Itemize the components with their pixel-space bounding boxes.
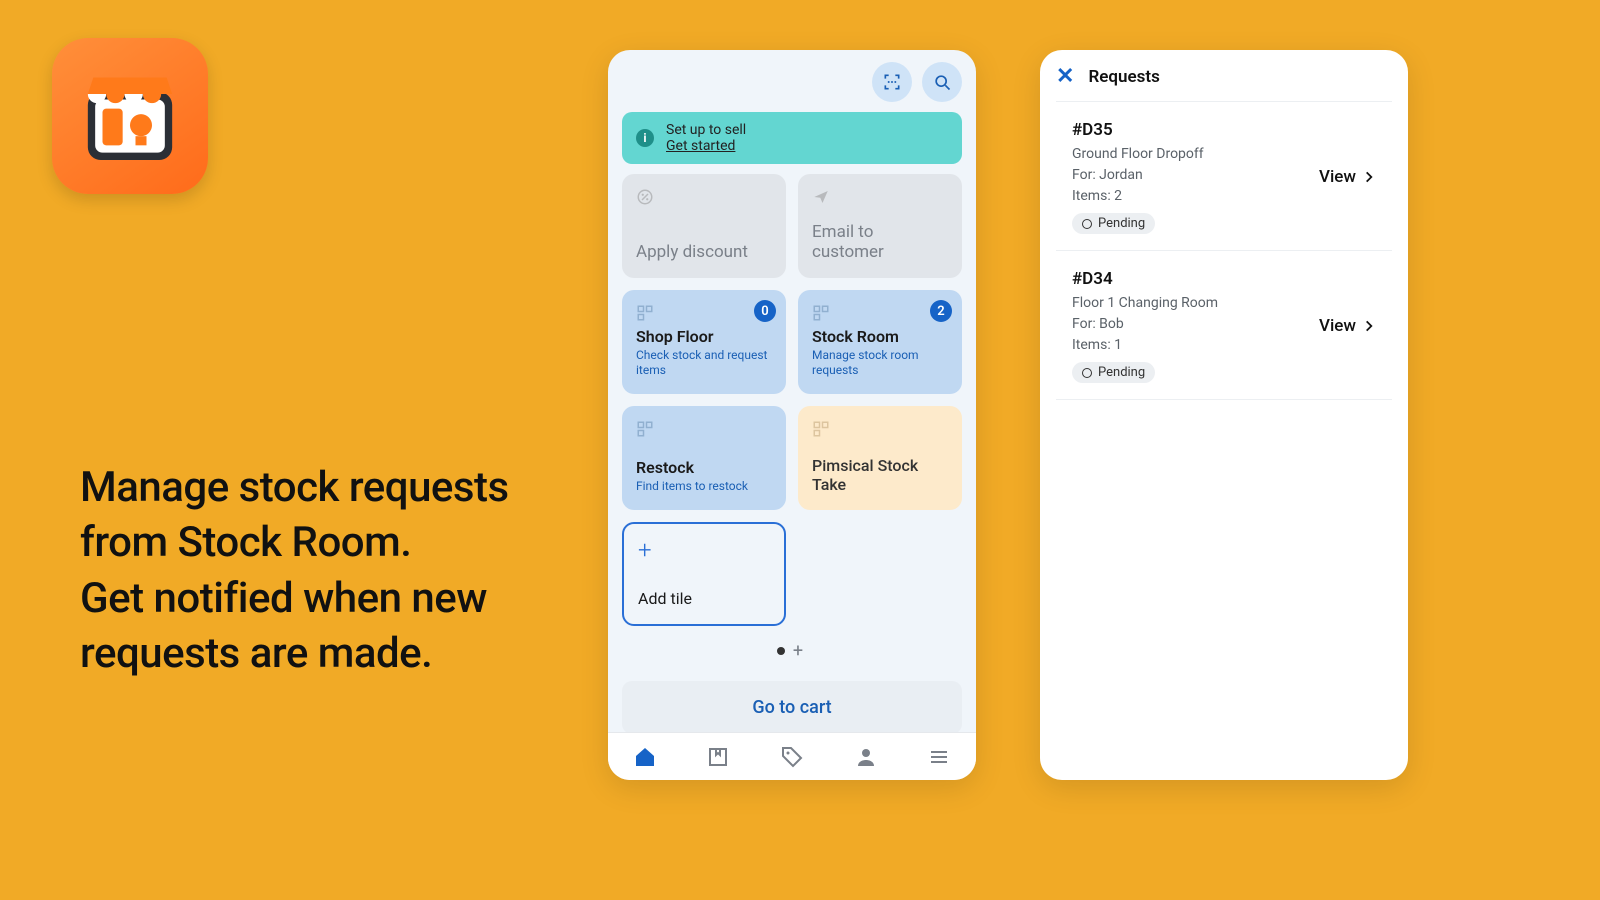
- tile-stock-room[interactable]: 2 Stock Room Manage stock room requests: [798, 290, 962, 394]
- status-text: Pending: [1098, 216, 1145, 231]
- page-dot-active: [777, 647, 785, 655]
- status-badge: Pending: [1072, 213, 1155, 234]
- go-to-cart-button[interactable]: Go to cart: [622, 681, 962, 734]
- request-card: #D34 Floor 1 Changing Room For: Bob Item…: [1056, 251, 1392, 400]
- tile-title: Shop Floor: [636, 327, 772, 346]
- badge: 2: [930, 300, 952, 322]
- view-label: View: [1319, 167, 1356, 187]
- grid-icon: [636, 420, 654, 438]
- banner-link[interactable]: Get started: [666, 138, 948, 154]
- view-button[interactable]: View: [1319, 316, 1376, 336]
- request-location: Ground Floor Dropoff: [1072, 144, 1309, 165]
- view-label: View: [1319, 316, 1356, 336]
- tile-subtitle: Find items to restock: [636, 479, 772, 494]
- chevron-right-icon: [1362, 170, 1376, 184]
- promo-line-2: Get notified when new requests are made.: [80, 571, 600, 682]
- request-id: #D34: [1072, 269, 1309, 289]
- tile-add-tile[interactable]: + Add tile: [622, 522, 786, 626]
- tile-label: Email to customer: [812, 222, 948, 262]
- phone1-toolbar: [608, 50, 976, 110]
- promo-text: Manage stock requests from Stock Room. G…: [80, 460, 600, 682]
- tile-shop-floor[interactable]: 0 Shop Floor Check stock and request ite…: [622, 290, 786, 394]
- request-location: Floor 1 Changing Room: [1072, 293, 1309, 314]
- search-button[interactable]: [922, 62, 962, 102]
- scan-icon: [882, 72, 902, 92]
- scan-button[interactable]: [872, 62, 912, 102]
- add-page-icon[interactable]: +: [793, 640, 807, 661]
- view-button[interactable]: View: [1319, 167, 1376, 187]
- requests-header: ✕ Requests: [1040, 50, 1408, 101]
- request-for: For: Jordan: [1072, 165, 1309, 186]
- tag-icon[interactable]: [780, 745, 804, 769]
- search-icon: [932, 72, 952, 92]
- status-badge: Pending: [1072, 362, 1155, 383]
- phone-home: i Set up to sell Get started Apply disco…: [608, 50, 976, 780]
- send-icon: [812, 188, 830, 206]
- grid-icon: [812, 304, 830, 322]
- tile-email-customer[interactable]: Email to customer: [798, 174, 962, 278]
- tile-subtitle: Check stock and request items: [636, 348, 772, 378]
- bottom-nav: [608, 732, 976, 780]
- grid-icon: [812, 420, 830, 438]
- storefront-icon: [75, 61, 185, 171]
- tile-title: Stock Room: [812, 327, 948, 346]
- phone-requests: ✕ Requests #D35 Ground Floor Dropoff For…: [1040, 50, 1408, 780]
- request-id: #D35: [1072, 120, 1309, 140]
- plus-icon: +: [638, 538, 770, 562]
- discount-icon: [636, 188, 654, 206]
- tile-apply-discount[interactable]: Apply discount: [622, 174, 786, 278]
- promo-line-1: Manage stock requests from Stock Room.: [80, 460, 600, 571]
- close-icon[interactable]: ✕: [1056, 64, 1074, 89]
- chevron-right-icon: [1362, 319, 1376, 333]
- home-icon[interactable]: [633, 745, 657, 769]
- circle-icon: [1082, 368, 1092, 378]
- tiles-grid: Apply discount Email to customer 0 Shop …: [608, 174, 976, 626]
- request-items: Items: 1: [1072, 335, 1309, 356]
- info-icon: i: [636, 129, 654, 147]
- pager: +: [608, 640, 976, 661]
- menu-icon[interactable]: [927, 745, 951, 769]
- tile-subtitle: Manage stock room requests: [812, 348, 948, 378]
- badge: 0: [754, 300, 776, 322]
- tile-title: Pimsical Stock Take: [812, 456, 948, 494]
- tile-label: Add tile: [638, 589, 770, 608]
- grid-icon: [636, 304, 654, 322]
- requests-title: Requests: [1088, 67, 1159, 87]
- status-text: Pending: [1098, 365, 1145, 380]
- circle-icon: [1082, 219, 1092, 229]
- banner-title: Set up to sell: [666, 122, 948, 138]
- app-icon: [52, 38, 208, 194]
- tile-title: Restock: [636, 458, 772, 477]
- request-for: For: Bob: [1072, 314, 1309, 335]
- tile-label: Apply discount: [636, 242, 772, 262]
- request-card: #D35 Ground Floor Dropoff For: Jordan It…: [1056, 102, 1392, 251]
- setup-banner[interactable]: i Set up to sell Get started: [622, 112, 962, 164]
- tile-restock[interactable]: Restock Find items to restock: [622, 406, 786, 510]
- inbox-icon[interactable]: [706, 745, 730, 769]
- person-icon[interactable]: [854, 745, 878, 769]
- tile-pimsical-stock-take[interactable]: Pimsical Stock Take: [798, 406, 962, 510]
- request-items: Items: 2: [1072, 186, 1309, 207]
